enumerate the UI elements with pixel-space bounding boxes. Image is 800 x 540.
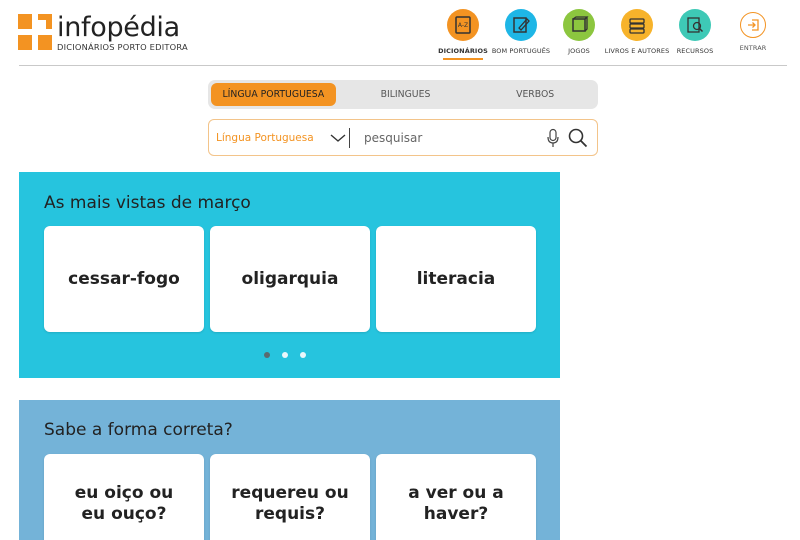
svg-text:A-Z: A-Z	[458, 22, 468, 29]
nav-label: BOM PORTUGUÊS	[491, 47, 551, 55]
active-indicator	[443, 58, 483, 60]
microphone-icon[interactable]	[546, 128, 560, 148]
tab-bilingues[interactable]: BILINGUES	[336, 89, 476, 100]
search-divider	[349, 127, 350, 148]
nav-item-recursos[interactable]: RECURSOS	[666, 9, 724, 60]
question-text: eu oiço ou eu ouço?	[74, 483, 174, 524]
tab-lingua-portuguesa[interactable]: LÍNGUA PORTUGUESA	[211, 83, 336, 106]
chevron-down-icon	[330, 133, 346, 142]
pencil-note-icon	[505, 9, 537, 41]
search-icon[interactable]	[567, 127, 589, 149]
most-viewed-panel: As mais vistas de março cessar-fogo olig…	[19, 172, 560, 378]
search-input[interactable]	[364, 130, 534, 145]
search-tabs: LÍNGUA PORTUGUESA BILINGUES VERBOS	[208, 80, 598, 109]
nav-item-bom-portugues[interactable]: BOM PORTUGUÊS	[492, 9, 550, 60]
logo-name: infopédia	[57, 12, 180, 43]
resources-search-icon	[679, 9, 711, 41]
infopedia-logo[interactable]: infopédia DICIONÁRIOS PORTO EDITORA	[18, 14, 188, 52]
nav-item-dicionarios[interactable]: A-Z DICIONÁRIOS	[434, 9, 492, 60]
correct-form-panel: Sabe a forma correta? eu oiço ou eu ouço…	[19, 400, 560, 540]
game-cube-icon	[563, 9, 595, 41]
nav-item-livros-e-autores[interactable]: LIVROS E AUTORES	[605, 9, 669, 60]
language-select[interactable]: Língua Portuguesa	[209, 132, 349, 144]
nav-item-entrar[interactable]: ENTRAR	[724, 9, 782, 60]
dictionary-az-icon: A-Z	[447, 9, 479, 41]
carousel-dot[interactable]	[264, 352, 270, 358]
login-icon	[740, 12, 766, 38]
question-text: a ver ou a haver?	[408, 483, 504, 524]
top-nav: A-Z DICIONÁRIOS BOM PORTUGUÊS JOGOS LIVR…	[434, 9, 782, 60]
language-select-value: Língua Portuguesa	[216, 131, 314, 144]
header-divider	[19, 65, 787, 66]
question-text: requereu ou requis?	[231, 483, 349, 524]
nav-label: DICIONÁRIOS	[438, 47, 488, 55]
books-icon	[621, 9, 653, 41]
logo-subtitle: DICIONÁRIOS PORTO EDITORA	[57, 42, 188, 52]
correct-form-title: Sabe a forma correta?	[44, 420, 233, 440]
question-card[interactable]: eu oiço ou eu ouço?	[44, 454, 204, 540]
question-card[interactable]: requereu ou requis?	[210, 454, 370, 540]
nav-label: RECURSOS	[676, 47, 714, 55]
search-bar: Língua Portuguesa	[208, 119, 598, 156]
word-card[interactable]: oligarquia	[210, 226, 370, 332]
word-card[interactable]: cessar-fogo	[44, 226, 204, 332]
most-viewed-title: As mais vistas de março	[44, 193, 251, 213]
tab-verbos[interactable]: VERBOS	[475, 89, 595, 100]
question-card[interactable]: a ver ou a haver?	[376, 454, 536, 540]
carousel-dot[interactable]	[300, 352, 306, 358]
nav-label: LIVROS E AUTORES	[604, 47, 670, 55]
carousel-dots	[264, 352, 318, 358]
nav-label: ENTRAR	[739, 44, 767, 52]
word-card[interactable]: literacia	[376, 226, 536, 332]
logo-cross-icon	[18, 14, 52, 50]
nav-label: JOGOS	[568, 47, 590, 55]
nav-item-jogos[interactable]: JOGOS	[550, 9, 608, 60]
carousel-dot[interactable]	[282, 352, 288, 358]
